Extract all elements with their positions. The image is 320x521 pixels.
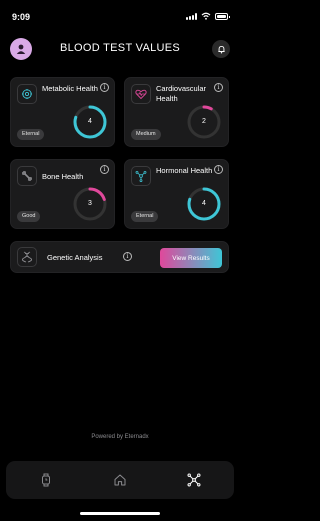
header: BLOOD TEST VALUES [0,36,240,62]
metabolism-icon [22,89,32,99]
nav-watch[interactable] [38,472,54,488]
info-icon[interactable]: i [100,165,109,174]
wifi-icon [201,12,211,20]
info-icon[interactable]: i [100,83,109,92]
molecule-icon [135,171,147,182]
status-badge: Eternal [17,129,45,140]
nav-home[interactable] [112,472,128,488]
powered-by-text: Powered by Eternadx [91,434,149,440]
dna-icon [21,251,33,263]
score-value: 4 [202,200,206,207]
status-badge: Good [17,211,41,222]
genetic-analysis-label: Genetic Analysis [47,253,103,262]
app-screen: 9:09 BLOOD TEST VALUES Metabolic Health … [0,0,240,521]
info-icon[interactable]: i [214,165,223,174]
card-cardiovascular-health[interactable]: Cardiovascular Health i Medium 2 [124,77,229,147]
nav-network[interactable] [186,472,202,488]
score-value: 3 [88,200,92,207]
hormonal-icon-box [131,166,151,186]
watch-icon [42,473,50,487]
metabolic-icon-box [17,84,37,104]
score-value: 2 [202,118,206,125]
card-title: Bone Health [42,172,84,181]
view-results-button[interactable]: View Results [160,248,222,268]
cardiovascular-icon-box [131,84,151,104]
bone-icon [21,170,32,181]
status-time: 9:09 [12,12,31,22]
status-bar: 9:09 [0,0,240,30]
card-hormonal-health[interactable]: Hormonal Health i Eternal 4 [124,159,229,229]
genetic-analysis-row: Genetic Analysis i View Results [10,241,229,273]
card-title: Cardiovascular Health [156,84,207,103]
info-icon[interactable]: i [214,83,223,92]
signal-icon [186,12,197,20]
info-icon[interactable]: i [123,252,132,261]
card-metabolic-health[interactable]: Metabolic Health i Eternal 4 [10,77,115,147]
page-title: BLOOD TEST VALUES [59,42,181,54]
card-bone-health[interactable]: Bone Health i Good 3 [10,159,115,229]
battery-icon [215,12,230,20]
card-title: Metabolic Health [42,84,98,93]
genetic-icon-box [17,247,37,267]
network-icon [187,473,201,487]
heart-pulse-icon [135,89,147,100]
bottom-nav [6,461,234,499]
notifications-button[interactable] [212,40,230,58]
status-badge: Eternal [131,211,159,222]
card-title: Hormonal Health [156,166,213,175]
bell-icon [217,45,225,53]
score-value: 4 [88,118,92,125]
home-icon [114,474,126,486]
status-badge: Medium [131,129,161,140]
bone-icon-box [17,166,37,186]
status-icons [186,12,230,20]
home-indicator [80,512,160,515]
